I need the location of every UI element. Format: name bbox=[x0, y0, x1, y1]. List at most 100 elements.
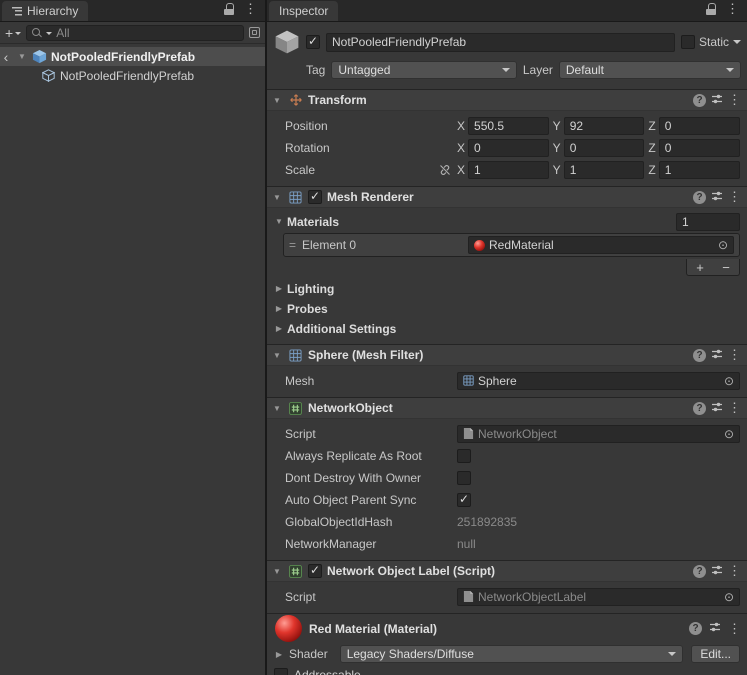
foldout-open-icon[interactable] bbox=[271, 193, 283, 202]
always-replicate-checkbox[interactable] bbox=[457, 449, 471, 463]
component-menu-icon[interactable] bbox=[728, 347, 741, 363]
help-icon[interactable] bbox=[693, 349, 706, 362]
edit-shader-button[interactable]: Edit... bbox=[691, 645, 740, 663]
lock-icon[interactable] bbox=[224, 3, 234, 15]
foldout-open-icon[interactable] bbox=[271, 96, 283, 105]
component-enabled-checkbox[interactable] bbox=[308, 190, 322, 204]
material-foldout-icon[interactable] bbox=[273, 650, 285, 659]
scale-z-field[interactable]: 1 bbox=[659, 161, 740, 179]
help-icon[interactable] bbox=[689, 622, 702, 635]
network-object-component: NetworkObject Script NetworkObject bbox=[267, 397, 747, 560]
exit-prefab-mode-icon[interactable] bbox=[0, 51, 12, 63]
remove-material-button[interactable]: − bbox=[713, 259, 739, 275]
static-flags-caret-icon[interactable] bbox=[733, 40, 741, 44]
add-material-button[interactable]: + bbox=[687, 259, 713, 275]
chevron-down-icon bbox=[502, 68, 510, 72]
scene-picking-icon[interactable] bbox=[249, 27, 260, 38]
window-menu-icon[interactable] bbox=[726, 1, 739, 17]
materials-foldout[interactable]: Materials 1 bbox=[267, 212, 747, 231]
hierarchy-search-input[interactable]: All bbox=[26, 25, 244, 41]
addressable-label: Addressable bbox=[294, 668, 361, 675]
component-menu-icon[interactable] bbox=[728, 400, 741, 416]
mesh-filter-header[interactable]: Sphere (Mesh Filter) bbox=[267, 344, 747, 366]
foldout-open-icon[interactable] bbox=[271, 351, 283, 360]
presets-icon[interactable] bbox=[711, 190, 723, 205]
foldout-open-icon[interactable] bbox=[16, 52, 28, 61]
rotation-z-field[interactable]: 0 bbox=[659, 139, 740, 157]
additional-settings-foldout[interactable]: Additional Settings bbox=[267, 319, 747, 338]
layer-dropdown[interactable]: Default bbox=[559, 61, 741, 79]
tag-dropdown[interactable]: Untagged bbox=[331, 61, 516, 79]
network-object-header[interactable]: NetworkObject bbox=[267, 397, 747, 419]
object-picker-icon[interactable] bbox=[724, 590, 734, 604]
unity-editor: Hierarchy + All bbox=[0, 0, 747, 675]
presets-icon[interactable] bbox=[711, 348, 723, 363]
mesh-renderer-header[interactable]: Mesh Renderer bbox=[267, 186, 747, 208]
foldout-open-icon[interactable] bbox=[271, 404, 283, 413]
dont-destroy-checkbox[interactable] bbox=[457, 471, 471, 485]
gameobject-cube-icon[interactable] bbox=[273, 29, 300, 56]
window-menu-icon[interactable] bbox=[244, 1, 257, 17]
help-icon[interactable] bbox=[693, 565, 706, 578]
materials-list: Element 0 RedMaterial bbox=[283, 233, 740, 257]
position-x-field[interactable]: 550.5 bbox=[468, 117, 549, 135]
materials-count-field[interactable]: 1 bbox=[676, 213, 740, 231]
auto-parent-sync-checkbox[interactable] bbox=[457, 493, 471, 507]
hierarchy-tabbar: Hierarchy bbox=[0, 0, 265, 22]
script-object-field[interactable]: NetworkObject bbox=[457, 425, 740, 443]
object-picker-icon[interactable] bbox=[718, 238, 728, 252]
object-picker-icon[interactable] bbox=[724, 427, 734, 441]
presets-icon[interactable] bbox=[709, 621, 721, 636]
gameobject-name-field[interactable]: NotPooledFriendlyPrefab bbox=[326, 33, 675, 52]
script-object-field[interactable]: NetworkObjectLabel bbox=[457, 588, 740, 606]
component-menu-icon[interactable] bbox=[728, 92, 741, 108]
unlinked-scale-icon[interactable] bbox=[439, 164, 451, 176]
drag-handle-icon[interactable] bbox=[289, 238, 296, 252]
rotation-y-field[interactable]: 0 bbox=[564, 139, 645, 157]
active-checkbox[interactable] bbox=[306, 35, 320, 49]
shader-dropdown[interactable]: Legacy Shaders/Diffuse bbox=[340, 645, 684, 663]
mesh-object-field[interactable]: Sphere bbox=[457, 372, 740, 390]
tab-inspector[interactable]: Inspector bbox=[269, 1, 338, 21]
foldout-open-icon[interactable] bbox=[271, 567, 283, 576]
transform-header[interactable]: Transform bbox=[267, 89, 747, 111]
shader-label: Shader bbox=[289, 647, 328, 661]
position-z-field[interactable]: 0 bbox=[659, 117, 740, 135]
static-checkbox[interactable] bbox=[681, 35, 695, 49]
rotation-x-field[interactable]: 0 bbox=[468, 139, 549, 157]
component-menu-icon[interactable] bbox=[728, 621, 741, 637]
tab-hierarchy[interactable]: Hierarchy bbox=[2, 1, 88, 21]
help-icon[interactable] bbox=[693, 402, 706, 415]
create-object-button[interactable]: + bbox=[5, 25, 21, 41]
scale-x-field[interactable]: 1 bbox=[468, 161, 549, 179]
help-icon[interactable] bbox=[693, 191, 706, 204]
component-title: Network Object Label (Script) bbox=[327, 564, 495, 578]
foldout-closed-icon bbox=[273, 304, 285, 313]
hierarchy-item-prefab-root[interactable]: NotPooledFriendlyPrefab bbox=[0, 47, 265, 66]
netcode-icon bbox=[288, 401, 303, 416]
mesh-filter-body: Mesh Sphere bbox=[267, 366, 747, 397]
presets-icon[interactable] bbox=[711, 564, 723, 579]
inspector-tabbar-icons bbox=[706, 1, 747, 21]
component-enabled-checkbox[interactable] bbox=[308, 564, 322, 578]
lighting-foldout[interactable]: Lighting bbox=[267, 279, 747, 298]
lock-icon[interactable] bbox=[706, 3, 716, 15]
network-object-label-component: Network Object Label (Script) Script Net… bbox=[267, 560, 747, 613]
position-y-field[interactable]: 92 bbox=[564, 117, 645, 135]
component-menu-icon[interactable] bbox=[728, 563, 741, 579]
network-object-label-header[interactable]: Network Object Label (Script) bbox=[267, 560, 747, 582]
network-object-body: Script NetworkObject Always Replicate As… bbox=[267, 419, 747, 560]
component-menu-icon[interactable] bbox=[728, 189, 741, 205]
material-element-row[interactable]: Element 0 RedMaterial bbox=[284, 234, 739, 256]
probes-foldout[interactable]: Probes bbox=[267, 299, 747, 318]
material-object-field[interactable]: RedMaterial bbox=[468, 236, 734, 254]
material-header[interactable]: Red Material (Material) bbox=[267, 613, 747, 643]
scale-y-field[interactable]: 1 bbox=[564, 161, 645, 179]
script-icon bbox=[463, 590, 474, 603]
object-picker-icon[interactable] bbox=[724, 374, 734, 388]
hierarchy-item-prefab-child[interactable]: NotPooledFriendlyPrefab bbox=[0, 66, 265, 85]
help-icon[interactable] bbox=[693, 94, 706, 107]
presets-icon[interactable] bbox=[711, 401, 723, 416]
presets-icon[interactable] bbox=[711, 93, 723, 108]
addressable-checkbox[interactable] bbox=[274, 668, 288, 675]
